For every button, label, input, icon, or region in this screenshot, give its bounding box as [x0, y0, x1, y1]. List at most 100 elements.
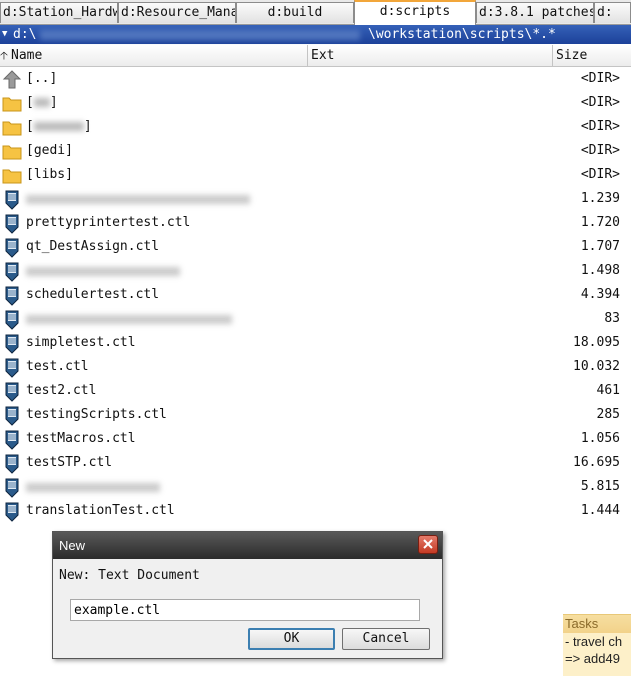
file-size: <DIR> [580, 119, 620, 134]
folder-icon [2, 142, 22, 162]
file-name: [] [26, 119, 92, 134]
tab-patches[interactable]: d:3.8.1 patches [476, 2, 594, 23]
file-size: 10.032 [573, 359, 620, 374]
redacted-filename [26, 315, 232, 324]
cancel-button[interactable]: Cancel [342, 628, 430, 650]
column-size[interactable]: Size [553, 45, 631, 66]
list-item[interactable]: simpletest.ctl 18.095 [0, 331, 631, 355]
new-file-dialog: New New: Text Document OK Cancel [52, 531, 443, 659]
list-item[interactable]: testMacros.ctl 1.056 [0, 427, 631, 451]
file-size: 18.095 [573, 335, 620, 350]
file-size: 1.056 [580, 431, 620, 446]
script-file-icon [2, 406, 22, 426]
list-item[interactable]: 83 [0, 307, 631, 331]
script-file-icon [2, 190, 22, 210]
file-list: [..] <DIR> [] <DIR> [] <DIR> [gedi] <DIR… [0, 67, 631, 523]
list-item[interactable]: [gedi] <DIR> [0, 139, 631, 163]
file-name: schedulertest.ctl [26, 287, 160, 302]
file-name: [..] [26, 71, 58, 86]
file-name: [libs] [26, 167, 73, 182]
path-redacted [40, 30, 360, 40]
file-name: translationTest.ctl [26, 503, 175, 518]
sort-up-icon: 🡡 [0, 49, 8, 62]
folder-icon [2, 166, 22, 186]
dialog-message: New: Text Document [59, 568, 200, 583]
file-size: 83 [604, 311, 620, 326]
column-name-label: Name [11, 48, 43, 63]
script-file-icon [2, 430, 22, 450]
file-size: 1.498 [580, 263, 620, 278]
file-size: <DIR> [580, 143, 620, 158]
file-name: prettyprintertest.ctl [26, 215, 191, 230]
script-file-icon [2, 262, 22, 282]
folder-icon [2, 94, 22, 114]
script-file-icon [2, 358, 22, 378]
tasks-panel: Tasks - travel ch => add49 [563, 614, 631, 676]
script-file-icon [2, 214, 22, 234]
script-file-icon [2, 238, 22, 258]
ok-button[interactable]: OK [248, 628, 335, 650]
file-name: testMacros.ctl [26, 431, 136, 446]
list-item[interactable]: [..] <DIR> [0, 67, 631, 91]
file-name: test2.ctl [26, 383, 97, 398]
list-item[interactable]: testSTP.ctl 16.695 [0, 451, 631, 475]
tab-scripts[interactable]: d:scripts [354, 0, 476, 25]
list-item[interactable]: 5.815 [0, 475, 631, 499]
tab-resource-manager[interactable]: d:Resource_Mana [118, 2, 236, 23]
list-item[interactable]: [] <DIR> [0, 115, 631, 139]
file-size: 4.394 [580, 287, 620, 302]
file-size: <DIR> [580, 71, 620, 86]
path-dropdown-icon[interactable]: ▼ [2, 25, 7, 44]
file-name: qt_DestAssign.ctl [26, 239, 160, 254]
file-size: <DIR> [580, 167, 620, 182]
list-item[interactable]: [libs] <DIR> [0, 163, 631, 187]
list-item[interactable]: translationTest.ctl 1.444 [0, 499, 631, 523]
file-size: 1.239 [580, 191, 620, 206]
list-item[interactable]: [] <DIR> [0, 91, 631, 115]
list-item[interactable]: test2.ctl 461 [0, 379, 631, 403]
file-size: <DIR> [580, 95, 620, 110]
list-item[interactable]: test.ctl 10.032 [0, 355, 631, 379]
script-file-icon [2, 382, 22, 402]
task-item[interactable]: - travel ch [563, 633, 631, 650]
tab-d[interactable]: d: [594, 2, 631, 23]
column-ext-label: Ext [311, 48, 335, 63]
up-folder-icon [2, 70, 22, 90]
file-size: 285 [596, 407, 620, 422]
column-header: 🡡 Name Ext Size [0, 45, 631, 67]
file-name: simpletest.ctl [26, 335, 136, 350]
file-name: [gedi] [26, 143, 73, 158]
list-item[interactable]: 1.498 [0, 259, 631, 283]
list-item[interactable]: 1.239 [0, 187, 631, 211]
path-drive: d:\ [13, 27, 37, 42]
file-size: 1.707 [580, 239, 620, 254]
tasks-title: Tasks [563, 615, 631, 633]
script-file-icon [2, 454, 22, 474]
file-size: 1.444 [580, 503, 620, 518]
column-name[interactable]: 🡡 Name [0, 45, 308, 66]
filename-input[interactable] [70, 599, 420, 621]
list-item[interactable]: schedulertest.ctl 4.394 [0, 283, 631, 307]
tab-station-hardware[interactable]: d:Station_Hardw [0, 2, 118, 23]
file-size: 16.695 [573, 455, 620, 470]
file-name: testingScripts.ctl [26, 407, 167, 422]
list-item[interactable]: qt_DestAssign.ctl 1.707 [0, 235, 631, 259]
tab-bar: d:Station_Hardw d:Resource_Mana d:build … [0, 0, 631, 25]
dialog-title-bar[interactable]: New [53, 532, 442, 559]
file-size: 1.720 [580, 215, 620, 230]
file-name: testSTP.ctl [26, 455, 113, 470]
path-bar[interactable]: ▼ d:\ \workstation\scripts\*.* [0, 25, 631, 44]
redacted-filename [26, 267, 180, 276]
script-file-icon [2, 334, 22, 354]
list-item[interactable]: testingScripts.ctl 285 [0, 403, 631, 427]
list-item[interactable]: prettyprintertest.ctl 1.720 [0, 211, 631, 235]
tab-build[interactable]: d:build [236, 2, 354, 23]
close-button[interactable] [418, 535, 438, 554]
file-name: test.ctl [26, 359, 89, 374]
dialog-title: New [59, 538, 86, 553]
redacted-filename [26, 483, 160, 492]
path-tail: \workstation\scripts\*.* [368, 27, 556, 42]
column-ext[interactable]: Ext [308, 45, 553, 66]
task-item[interactable]: => add49 [563, 650, 631, 667]
script-file-icon [2, 310, 22, 330]
